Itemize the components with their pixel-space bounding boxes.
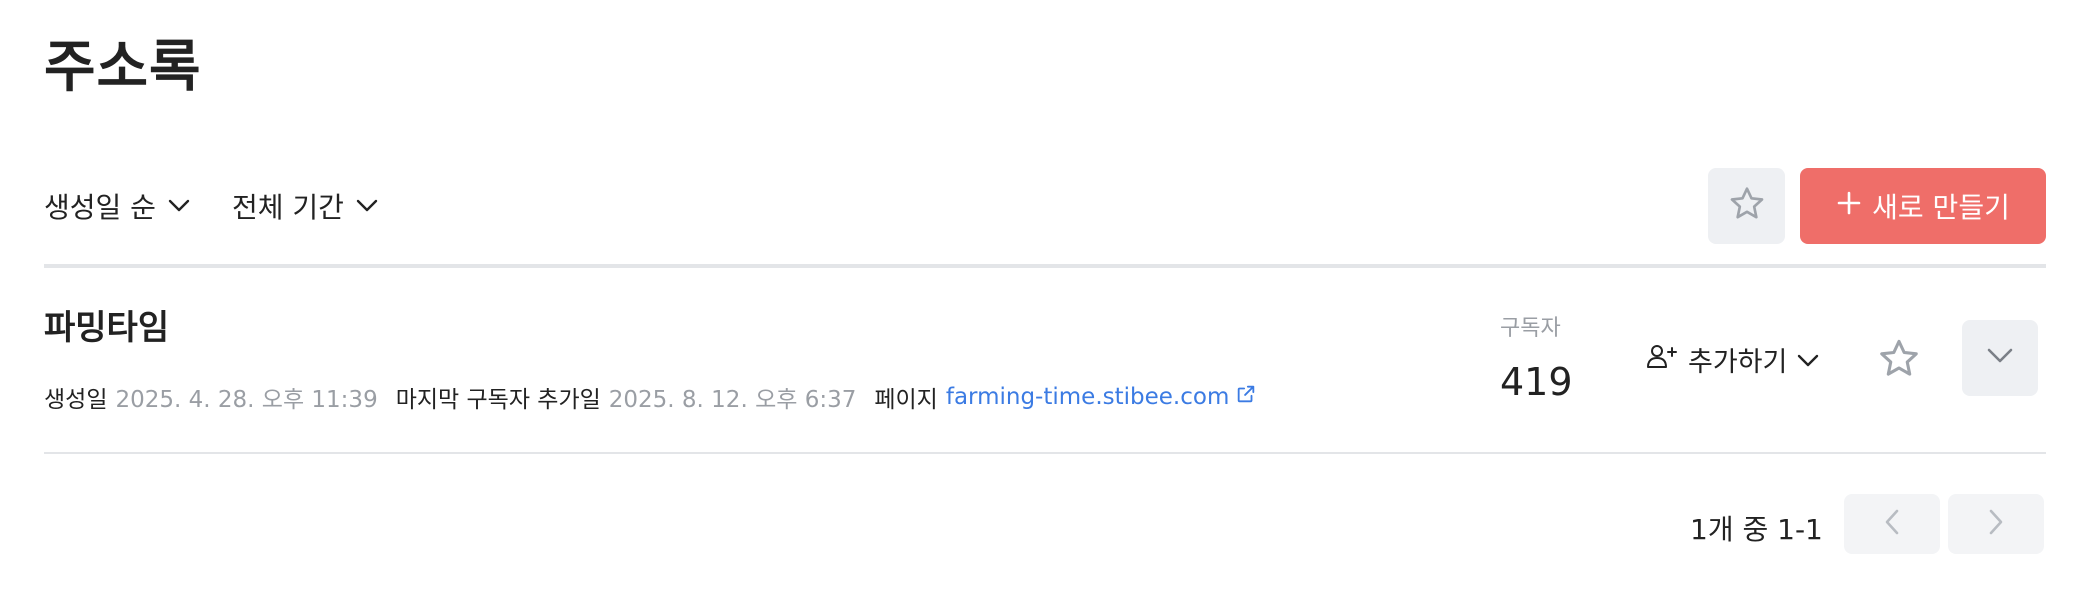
page-title: 주소록	[44, 35, 202, 100]
plus-icon	[1836, 190, 1862, 223]
page-link-text: farming-time.stibee.com	[945, 384, 1230, 410]
chevron-down-icon	[168, 199, 190, 213]
sort-dropdown-label: 생성일 순	[44, 191, 156, 224]
next-page-button[interactable]	[1948, 494, 2044, 554]
divider	[44, 264, 2046, 268]
address-book-name[interactable]: 파밍타임	[44, 300, 169, 349]
last-subscriber-value: 2025. 8. 12. 오후 6:37	[608, 387, 857, 413]
chevron-down-icon	[1986, 347, 2014, 369]
period-dropdown[interactable]: 전체 기간	[232, 186, 378, 226]
person-add-icon	[1646, 342, 1678, 377]
add-subscriber-dropdown[interactable]: 추가하기	[1646, 340, 1819, 379]
favorites-filter-button[interactable]	[1708, 168, 1785, 244]
chevron-down-icon	[1797, 344, 1819, 375]
pagination-summary: 1개 중 1-1	[1690, 513, 1823, 546]
star-icon	[1876, 339, 1922, 386]
address-book-meta: 생성일 2025. 4. 28. 오후 11:39 마지막 구독자 추가일 20…	[44, 380, 1257, 414]
sort-dropdown[interactable]: 생성일 순	[44, 186, 190, 226]
chevron-left-icon	[1883, 508, 1901, 540]
expand-row-button[interactable]	[1962, 320, 2038, 396]
created-value: 2025. 4. 28. 오후 11:39	[115, 387, 378, 413]
page-link[interactable]: farming-time.stibee.com	[946, 383, 1258, 411]
period-dropdown-label: 전체 기간	[232, 191, 344, 224]
star-icon	[1727, 184, 1767, 228]
last-subscriber-label: 마지막 구독자 추가일	[395, 387, 601, 413]
create-new-button[interactable]: 새로 만들기	[1800, 168, 2046, 244]
subscribers-count: 419	[1500, 360, 1573, 404]
favorite-toggle[interactable]	[1876, 336, 1922, 386]
created-label: 생성일	[44, 387, 108, 413]
create-new-label: 새로 만들기	[1872, 191, 2010, 224]
external-link-icon	[1235, 383, 1257, 411]
divider	[44, 452, 2046, 454]
subscribers-label: 구독자	[1500, 316, 1561, 341]
add-subscriber-label: 추가하기	[1688, 347, 1788, 378]
chevron-right-icon	[1987, 508, 2005, 540]
previous-page-button[interactable]	[1844, 494, 1940, 554]
chevron-down-icon	[356, 199, 378, 213]
page-label: 페이지	[874, 387, 938, 413]
